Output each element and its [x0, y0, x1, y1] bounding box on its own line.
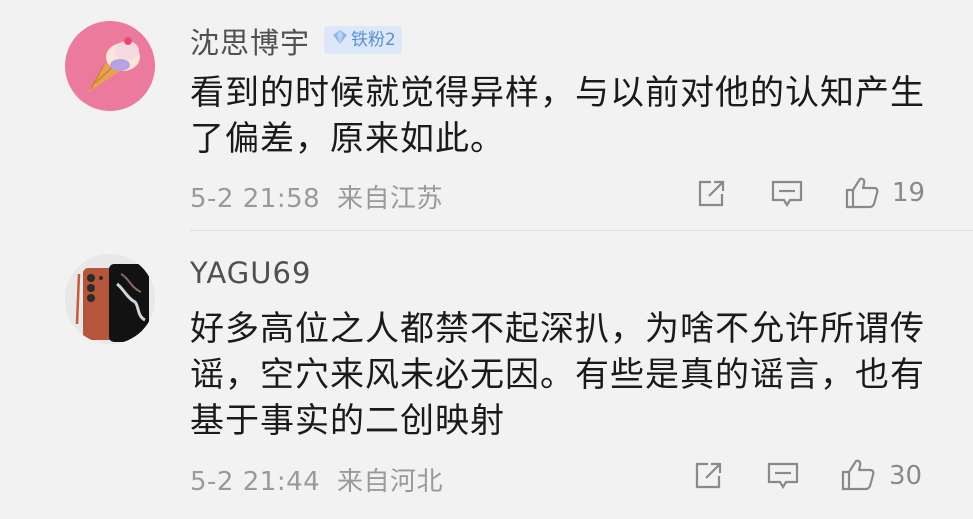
- comment-text: 看到的时候就觉得异样，与以前对他的认知产生了偏差，原来如此。: [190, 73, 925, 159]
- ice-cream-icon: [65, 21, 155, 111]
- share-icon[interactable]: [692, 460, 724, 492]
- comment-location: 来自江苏: [336, 184, 443, 214]
- comment-meta: 5-2 21:44 来自河北: [190, 461, 443, 498]
- share-icon[interactable]: [695, 178, 727, 210]
- reply-icon[interactable]: [766, 461, 800, 491]
- like-icon[interactable]: [844, 176, 880, 210]
- diamond-icon: [332, 26, 348, 54]
- avatar[interactable]: [65, 254, 155, 344]
- badge-label: 铁粉2: [351, 30, 396, 50]
- comment-time: 5-2 21:44: [190, 467, 321, 497]
- like-count: 30: [889, 461, 923, 491]
- like-icon[interactable]: [840, 458, 876, 492]
- phone-icon: [65, 254, 155, 344]
- comment-item: 沈思博宇 铁粉2 看到的时候就觉得异样，与以前对他的认知产生了偏差，原来如此。 …: [0, 0, 973, 230]
- username[interactable]: YAGU69: [190, 256, 311, 290]
- comment-text: 好多高位之人都禁不起深扒，为啥不允许所谓传谣，空穴来风未必无因。有些是真的谣言，…: [190, 309, 925, 441]
- comment-item: YAGU69 好多高位之人都禁不起深扒，为啥不允许所谓传谣，空穴来风未必无因。有…: [0, 232, 973, 519]
- comment-meta: 5-2 21:58 来自江苏: [190, 178, 443, 215]
- divider: [190, 230, 973, 231]
- reply-icon[interactable]: [770, 179, 804, 209]
- comment-time: 5-2 21:58: [190, 184, 321, 214]
- username[interactable]: 沈思博宇: [190, 20, 310, 62]
- fan-badge[interactable]: 铁粉2: [324, 26, 402, 54]
- comment-location: 来自河北: [336, 467, 443, 497]
- like-count: 19: [892, 178, 926, 208]
- avatar[interactable]: [65, 21, 155, 111]
